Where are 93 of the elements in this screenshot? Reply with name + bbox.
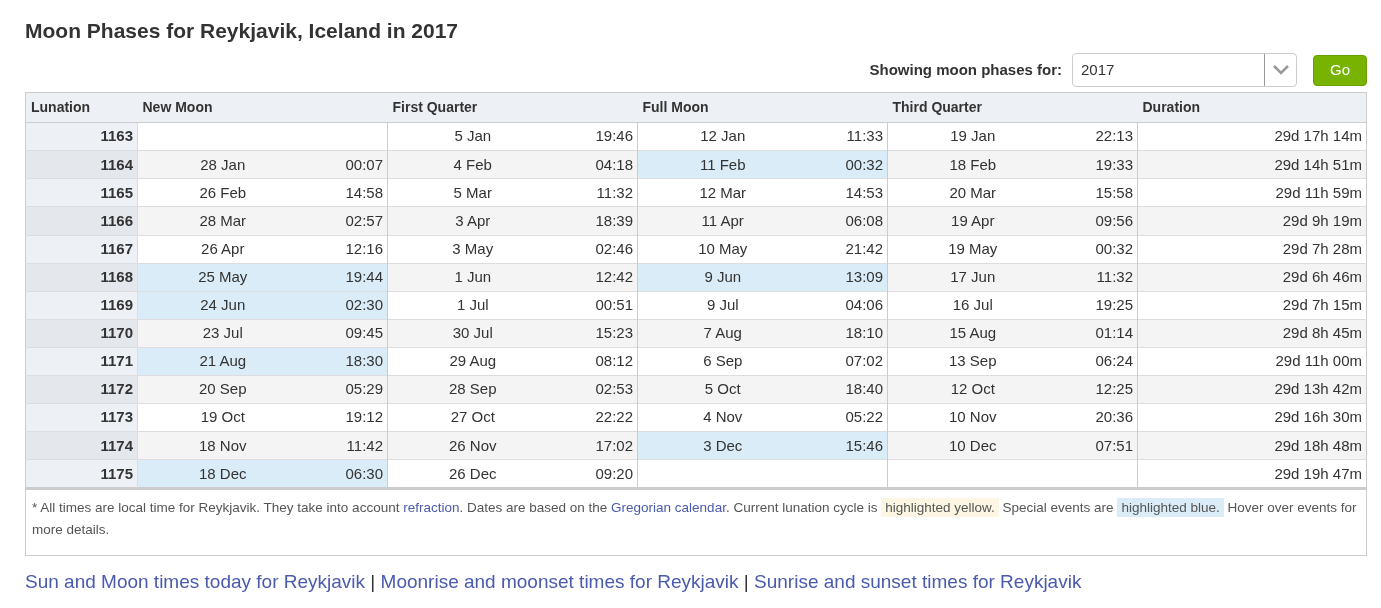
page-title: Moon Phases for Reykjavik, Iceland in 2017: [25, 18, 459, 44]
lunation-cell: 1170: [25, 319, 138, 348]
date-cell: 19 Apr: [887, 206, 1058, 236]
time-cell: 19:44: [307, 263, 388, 292]
time-cell: 12:42: [557, 263, 638, 292]
date-cell: 28 Mar: [137, 206, 308, 236]
column-header: Full Moon: [637, 92, 888, 123]
date-cell: 18 Feb: [887, 150, 1058, 179]
duration-cell: 29d 6h 46m: [1137, 263, 1367, 292]
time-cell: 18:39: [557, 206, 638, 236]
time-cell: 11:42: [307, 431, 388, 460]
link-separator: |: [743, 571, 749, 593]
date-cell: 5 Oct: [637, 375, 808, 404]
time-cell: 18:10: [807, 319, 888, 348]
date-cell: 23 Jul: [137, 319, 308, 348]
column-header: Third Quarter: [887, 92, 1138, 123]
time-cell: 18:40: [807, 375, 888, 404]
column-header: Lunation: [25, 92, 138, 123]
date-cell: 12 Oct: [887, 375, 1058, 404]
lunation-cell: 1169: [25, 291, 138, 320]
time-cell: 18:30: [307, 347, 388, 376]
duration-cell: 29d 19h 47m: [1137, 459, 1367, 488]
chevron-down-icon: [1272, 65, 1289, 76]
column-header: New Moon: [137, 92, 388, 123]
date-cell: 11 Feb: [637, 150, 808, 179]
date-cell: 17 Jun: [887, 263, 1058, 292]
date-cell: 24 Jun: [137, 291, 308, 320]
date-cell: 25 May: [137, 263, 308, 292]
date-cell: 10 Dec: [887, 431, 1058, 460]
date-cell: 28 Sep: [387, 375, 558, 404]
duration-cell: 29d 8h 45m: [1137, 319, 1367, 348]
time-cell: 05:29: [307, 375, 388, 404]
date-cell: 7 Aug: [637, 319, 808, 348]
time-cell: 17:02: [557, 431, 638, 460]
lunation-cell: 1167: [25, 235, 138, 264]
lunation-cell: 1174: [25, 431, 138, 460]
footer-link[interactable]: Sun and Moon times today for Reykjavik: [25, 571, 366, 593]
date-cell: 18 Dec: [137, 459, 308, 488]
footer-link[interactable]: Sunrise and sunset times for Reykjavik: [754, 571, 1082, 593]
date-cell: 1 Jun: [387, 263, 558, 292]
time-cell: 15:46: [807, 431, 888, 460]
duration-cell: 29d 9h 19m: [1137, 206, 1367, 236]
time-cell: 00:32: [807, 150, 888, 179]
lunation-cell: 1175: [25, 459, 138, 488]
lunation-cell: 1165: [25, 178, 138, 207]
link-separator: |: [370, 571, 376, 593]
time-cell: 01:14: [1057, 319, 1138, 348]
date-cell: 21 Aug: [137, 347, 308, 376]
date-cell: 26 Nov: [387, 431, 558, 460]
date-cell: 3 Apr: [387, 206, 558, 236]
date-cell: 18 Nov: [137, 431, 308, 460]
time-cell: 00:07: [307, 150, 388, 179]
time-cell: 11:32: [1057, 263, 1138, 292]
lunation-cell: 1163: [25, 122, 138, 151]
date-cell: 26 Dec: [387, 459, 558, 488]
time-cell: 07:51: [1057, 431, 1138, 460]
time-cell: 09:45: [307, 319, 388, 348]
footnote-link[interactable]: Gregorian calendar: [611, 500, 726, 516]
lunation-cell: 1168: [25, 263, 138, 292]
lunation-cell: 1171: [25, 347, 138, 376]
date-cell: 9 Jun: [637, 263, 808, 292]
time-cell: 09:56: [1057, 206, 1138, 236]
column-header: First Quarter: [387, 92, 638, 123]
time-cell: 19:33: [1057, 150, 1138, 179]
date-cell: 15 Aug: [887, 319, 1058, 348]
time-cell: 13:09: [807, 263, 888, 292]
date-cell: 28 Jan: [137, 150, 308, 179]
time-cell: 02:57: [307, 206, 388, 236]
footnote-text: * All times are local time for Reykjavik. They take into account refraction. Dates are based on the Gregorian calendar. Current lunation cycle is highlighted yellow. Special events are highlighted blue. Hover over events for more details.: [25, 488, 1367, 557]
duration-cell: 29d 14h 51m: [1137, 150, 1367, 179]
time-cell: 04:18: [557, 150, 638, 179]
duration-cell: 29d 18h 48m: [1137, 431, 1367, 460]
time-cell: 06:08: [807, 206, 888, 236]
footer-link[interactable]: Moonrise and moonset times for Reykjavik: [380, 571, 739, 593]
date-cell: 30 Jul: [387, 319, 558, 348]
date-cell: 20 Sep: [137, 375, 308, 404]
time-cell: 02:53: [557, 375, 638, 404]
year-label: Showing moon phases for:: [869, 59, 1062, 80]
lunation-cell: 1172: [25, 375, 138, 404]
time-cell: 06:30: [307, 459, 388, 488]
time-cell: 09:20: [557, 459, 638, 488]
time-cell: 12:25: [1057, 375, 1138, 404]
lunation-cell: 1164: [25, 150, 138, 179]
date-cell: 11 Apr: [637, 206, 808, 236]
column-header: Duration: [1137, 92, 1367, 123]
lunation-cell: 1173: [25, 403, 138, 432]
lunation-cell: 1166: [25, 206, 138, 236]
duration-cell: 29d 13h 42m: [1137, 375, 1367, 404]
date-cell: 3 Dec: [637, 431, 808, 460]
time-cell: 15:23: [557, 319, 638, 348]
year-select[interactable]: 2017: [1072, 53, 1297, 88]
date-cell: 4 Feb: [387, 150, 558, 179]
time-cell: 02:30: [307, 291, 388, 320]
